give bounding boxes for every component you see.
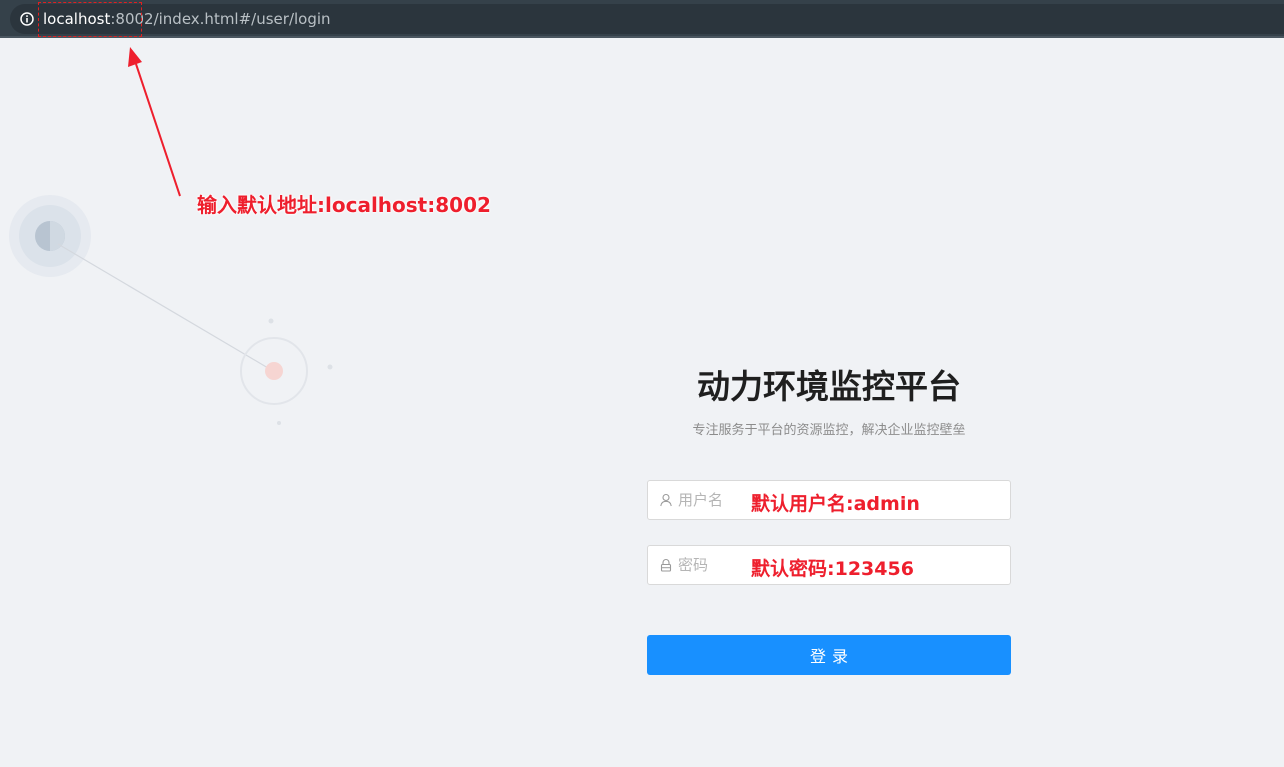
username-annotation: 默认用户名:admin	[751, 493, 920, 515]
user-icon	[660, 493, 672, 507]
annotation-arrow	[128, 47, 181, 197]
login-button[interactable]: 登录	[647, 635, 1011, 675]
username-field[interactable]: 默认用户名:admin	[647, 480, 1011, 520]
password-annotation: 默认密码:123456	[751, 558, 914, 580]
url-annotation: 输入默认地址:localhost:8002	[197, 193, 491, 217]
page-subtitle: 专注服务于平台的资源监控，解决企业监控壁垒	[692, 423, 966, 438]
password-field[interactable]: 默认密码:123456	[647, 545, 1011, 585]
lock-icon	[660, 559, 672, 572]
page-title: 动力环境监控平台	[697, 367, 961, 406]
